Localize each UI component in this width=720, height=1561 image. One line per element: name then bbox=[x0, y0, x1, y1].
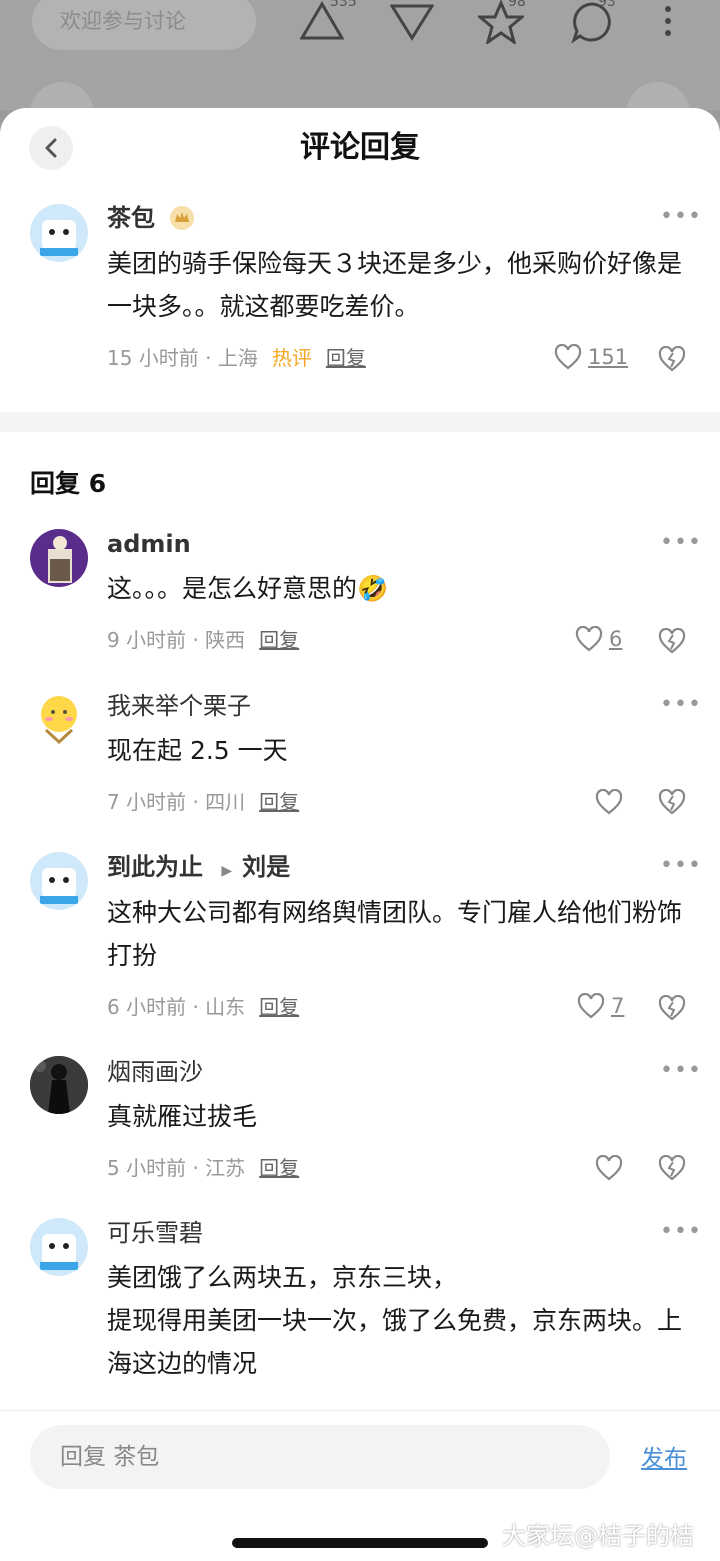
reply-link[interactable]: 回复 bbox=[259, 995, 299, 1019]
comment-text: 这。。。是怎么好意思的🤣 bbox=[107, 574, 389, 603]
comment-meta: 15 小时前 · 上海 热评 回复 bbox=[107, 346, 366, 370]
comment-author[interactable]: 到此为止 ▶ 刘是 bbox=[107, 851, 290, 887]
home-indicator[interactable] bbox=[232, 1538, 488, 1548]
avatar[interactable] bbox=[30, 690, 88, 748]
comment-author[interactable]: 烟雨画沙 bbox=[107, 1056, 203, 1088]
reply-link[interactable]: 回复 bbox=[326, 346, 366, 370]
reply-link[interactable]: 回复 bbox=[259, 628, 299, 652]
sheet-title: 评论回复 bbox=[300, 130, 420, 165]
avatar[interactable] bbox=[30, 1056, 88, 1114]
like-button[interactable]: 7 bbox=[577, 993, 624, 1019]
comment-location: 上海 bbox=[217, 346, 258, 370]
like-button[interactable] bbox=[595, 1155, 623, 1181]
comment-author[interactable]: 可乐雪碧 bbox=[107, 1217, 203, 1249]
badge-icon bbox=[170, 206, 195, 230]
avatar[interactable] bbox=[30, 529, 88, 587]
heart-icon bbox=[554, 344, 582, 370]
more-options-icon[interactable]: ••• bbox=[660, 692, 702, 717]
broken-heart-icon[interactable] bbox=[658, 1155, 686, 1181]
like-button[interactable]: 6 bbox=[575, 626, 622, 652]
comment-text-line: 美团饿了么两块五，京东三块， bbox=[107, 1263, 458, 1292]
favorite-count: 98 bbox=[508, 0, 526, 10]
broken-heart-icon[interactable] bbox=[658, 346, 686, 372]
comment-count: 93 bbox=[598, 0, 616, 10]
more-options-icon[interactable]: ••• bbox=[660, 1058, 702, 1083]
reply-input[interactable]: 回复 茶包 bbox=[30, 1425, 610, 1489]
heart-icon bbox=[595, 789, 623, 815]
comment-author[interactable]: 茶包 bbox=[107, 202, 195, 234]
background-header: 欢迎参与讨论 535 98 93 bbox=[0, 0, 720, 110]
broken-heart-icon[interactable] bbox=[658, 628, 686, 654]
comment-time: 15 小时前 bbox=[107, 346, 199, 370]
avatar[interactable] bbox=[30, 1218, 88, 1276]
comment-text: 美团的骑手保险每天３块还是多少，他采购价好像是一块多。。就这都要吃差价。 bbox=[107, 249, 683, 321]
watermark: 大家坛@桔子的桔 bbox=[502, 1522, 694, 1550]
avatar[interactable] bbox=[30, 204, 88, 262]
reply-to-author[interactable]: 刘是 bbox=[242, 853, 290, 881]
more-options-icon[interactable] bbox=[660, 4, 676, 38]
more-options-icon[interactable]: ••• bbox=[660, 1219, 702, 1244]
upvote-count: 535 bbox=[330, 0, 357, 10]
comment-meta: 6 小时前 · 山东 回复 bbox=[107, 995, 300, 1019]
avatar[interactable] bbox=[30, 852, 88, 910]
background-comment-input[interactable]: 欢迎参与讨论 bbox=[32, 0, 256, 50]
broken-heart-icon[interactable] bbox=[658, 995, 686, 1021]
comment-author[interactable]: admin bbox=[107, 528, 191, 560]
publish-button[interactable]: 发布 bbox=[641, 1439, 687, 1473]
like-count: 7 bbox=[611, 994, 625, 1018]
comment-text: 真就雁过拔毛 bbox=[107, 1102, 258, 1131]
downvote-icon[interactable] bbox=[390, 0, 434, 42]
heart-icon bbox=[577, 993, 605, 1019]
replies-header: 回复 6 bbox=[30, 469, 107, 498]
like-count: 151 bbox=[588, 345, 629, 369]
heart-icon bbox=[595, 1155, 623, 1181]
comment-meta: 7 小时前 · 四川 回复 bbox=[107, 790, 300, 814]
comment-text-line: 提现得用美团一块一次，饿了么免费，京东两块。上海这边的情况 bbox=[107, 1306, 683, 1378]
like-count: 6 bbox=[609, 627, 623, 651]
comment-reply-sheet: 评论回复 茶包 ••• 美团的骑手保险每天３块还是多少，他采购价好像是一块多。。… bbox=[0, 108, 720, 1561]
comment-text: 美团饿了么两块五，京东三块， 提现得用美团一块一次，饿了么免费，京东两块。上海这… bbox=[107, 1256, 687, 1385]
hot-badge: 热评 bbox=[271, 346, 312, 370]
section-divider bbox=[0, 412, 720, 432]
heart-icon bbox=[575, 626, 603, 652]
comment-meta: 9 小时前 · 陕西 回复 bbox=[107, 628, 300, 652]
comment-meta: 5 小时前 · 江苏 回复 bbox=[107, 1156, 300, 1180]
more-options-icon[interactable]: ••• bbox=[660, 204, 702, 229]
broken-heart-icon[interactable] bbox=[658, 789, 686, 815]
like-button[interactable]: 151 bbox=[554, 344, 628, 370]
comment-author[interactable]: 我来举个栗子 bbox=[107, 690, 251, 722]
like-button[interactable] bbox=[595, 789, 623, 815]
more-options-icon[interactable]: ••• bbox=[660, 853, 702, 878]
more-options-icon[interactable]: ••• bbox=[660, 530, 702, 555]
comment-text: 现在起 2.5 一天 bbox=[107, 736, 288, 765]
reply-link[interactable]: 回复 bbox=[259, 790, 299, 814]
comment-text: 这种大公司都有网络舆情团队。专门雇人给他们粉饰打扮 bbox=[107, 898, 683, 970]
reply-link[interactable]: 回复 bbox=[259, 1156, 299, 1180]
reply-arrow-icon: ▶ bbox=[221, 863, 233, 879]
